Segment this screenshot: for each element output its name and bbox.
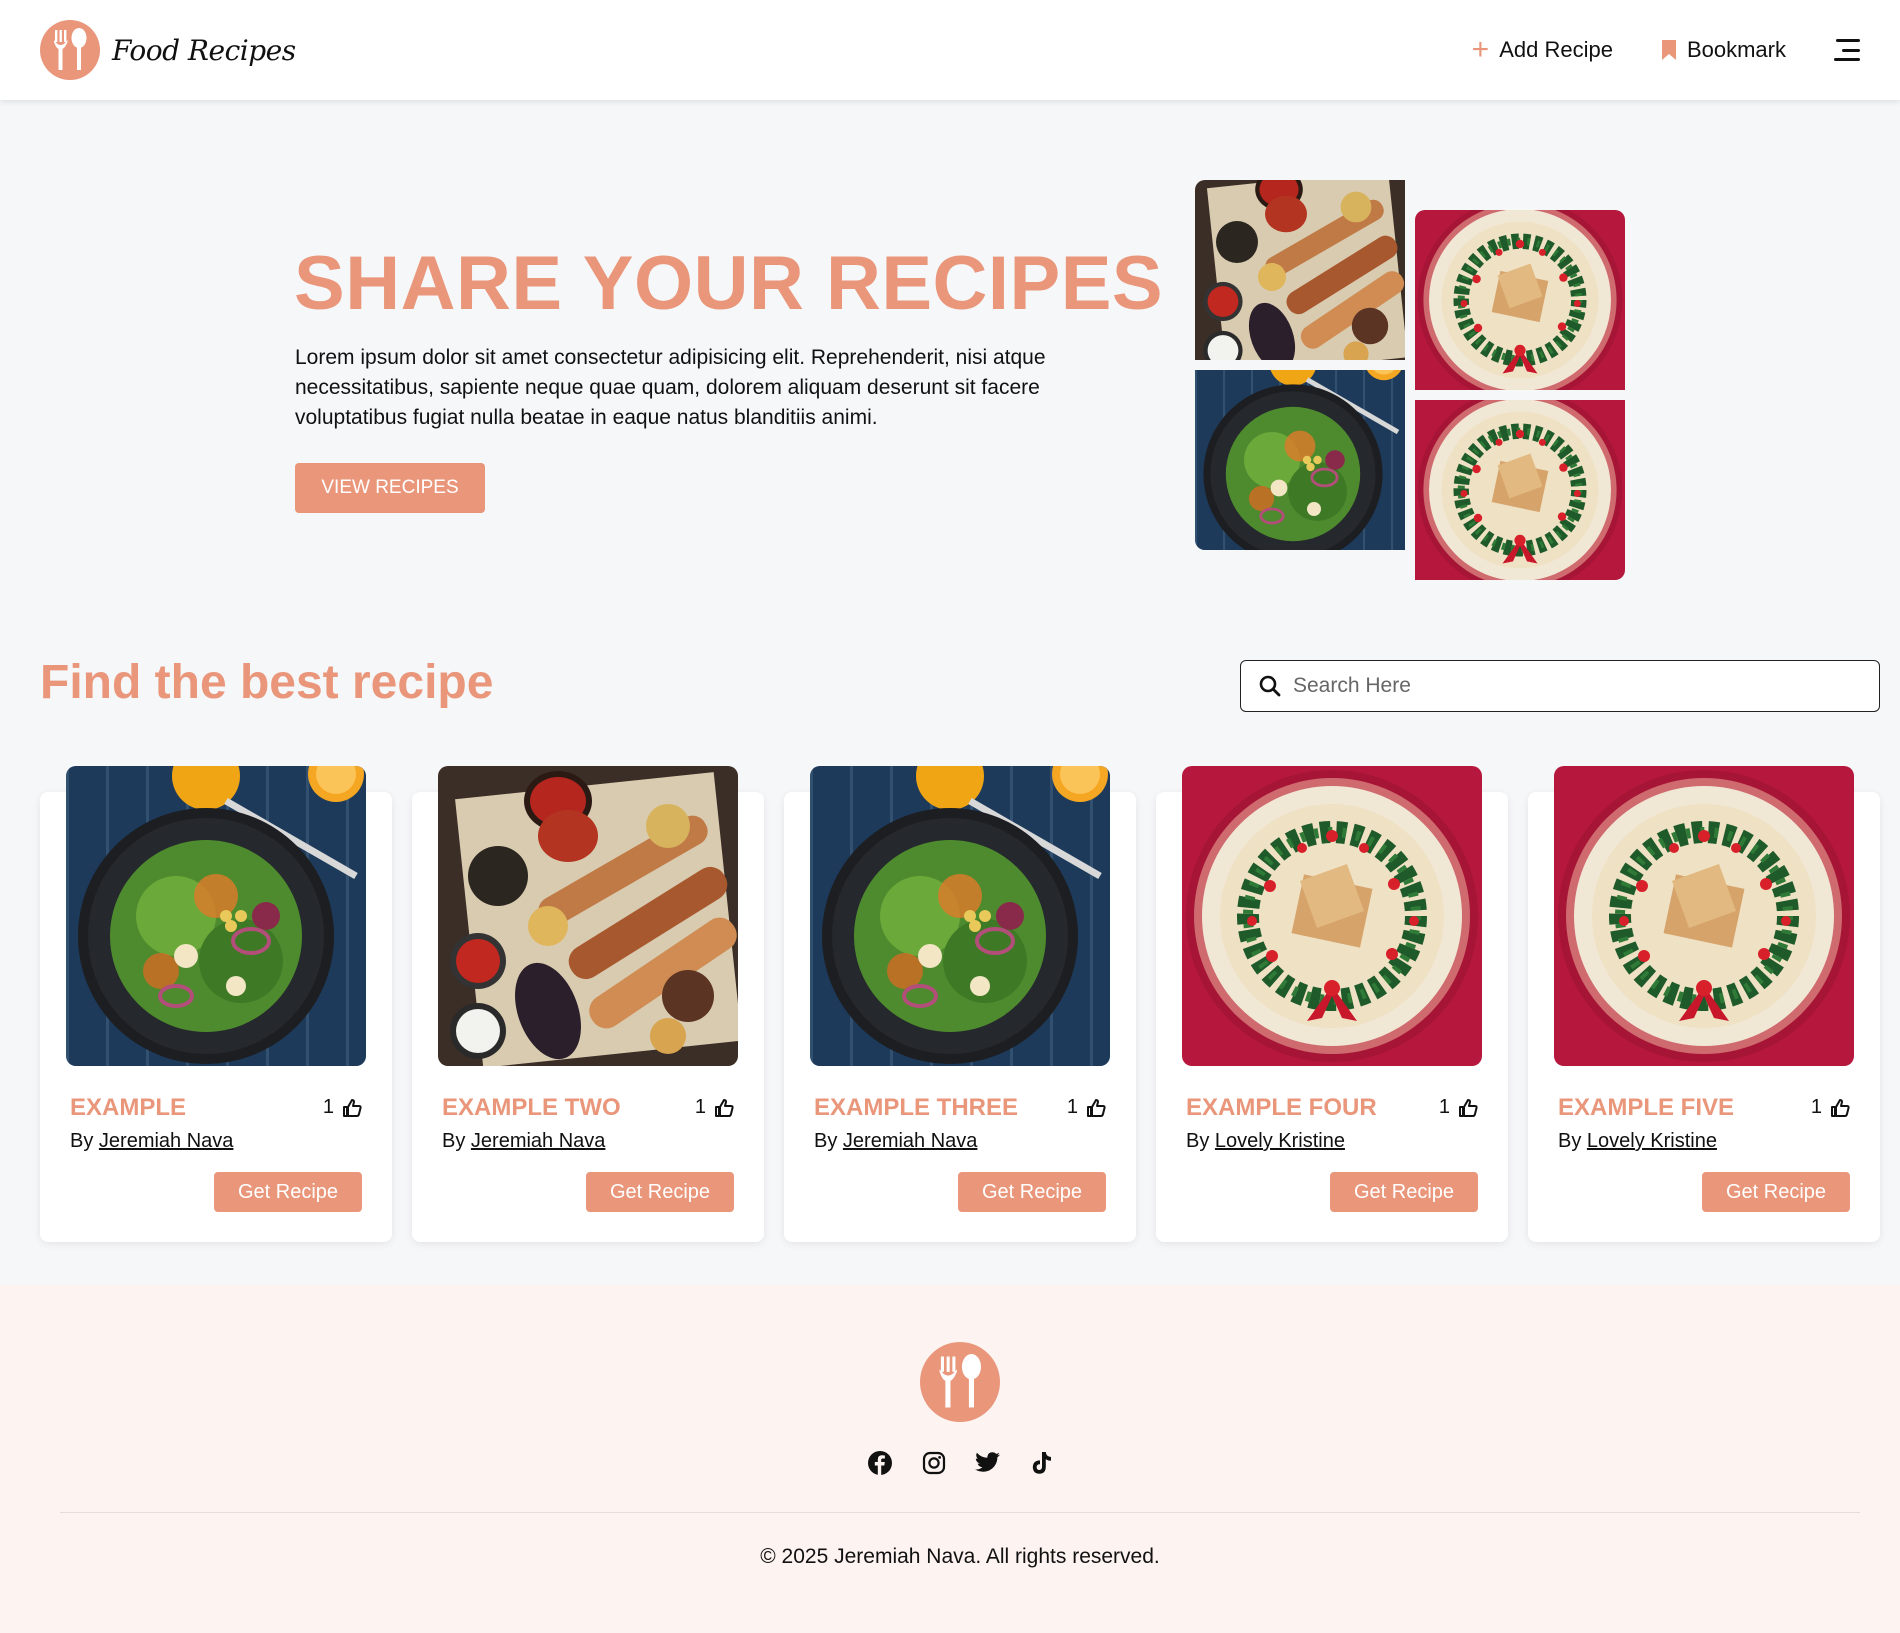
recipe-title: EXAMPLE [70, 1094, 187, 1121]
recipe-title: EXAMPLE FOUR [1186, 1094, 1377, 1121]
author-link[interactable]: Jeremiah Nava [471, 1130, 606, 1152]
like-count: 1 [694, 1096, 706, 1118]
recipe-image[interactable] [66, 766, 366, 1066]
view-recipes-button[interactable]: VIEW RECIPES [295, 463, 485, 513]
like-counter[interactable]: 1 [1439, 1096, 1478, 1119]
recipe-title: EXAMPLE FIVE [1558, 1094, 1735, 1121]
footer: © 2025 Jeremiah Nava. All rights reserve… [0, 1285, 1900, 1633]
recipe-title: EXAMPLE THREE [814, 1094, 1019, 1121]
hero-image-salad [1195, 370, 1405, 550]
author-link[interactable]: Lovely Kristine [1215, 1130, 1345, 1152]
like-count: 1 [1810, 1096, 1822, 1118]
footer-fork-spoon-icon[interactable] [920, 1342, 1000, 1422]
get-recipe-button[interactable]: Get Recipe [958, 1172, 1106, 1212]
like-counter[interactable]: 1 [1067, 1096, 1106, 1119]
bookmark-label: Bookmark [1686, 37, 1786, 62]
recipe-card: EXAMPLE FIVE 1 By Lovely Kristine Get Re… [1528, 792, 1880, 1242]
author-link[interactable]: Jeremiah Nava [99, 1130, 234, 1152]
hero-image-wreath-top [1415, 210, 1625, 390]
navbar: Food Recipes + Add Recipe Bookmark [0, 0, 1900, 100]
brand-name: Food Recipes [112, 33, 296, 67]
recipe-card: EXAMPLE 1 By Jeremiah Nava Get Recipe [40, 792, 392, 1242]
thumbs-up-icon [1459, 1098, 1478, 1117]
section-title: Find the best recipe [40, 656, 494, 709]
like-count: 1 [322, 1096, 334, 1118]
recipe-title: EXAMPLE TWO [442, 1094, 621, 1121]
recipe-image[interactable] [1182, 766, 1482, 1066]
fork-spoon-icon [40, 20, 100, 80]
footer-divider [60, 1512, 1860, 1513]
hero-text: Lorem ipsum dolor sit amet consectetur a… [295, 346, 1046, 429]
recipe-card: EXAMPLE THREE 1 By Jeremiah Nava Get Rec… [784, 792, 1136, 1242]
recipe-author: By Jeremiah Nava [442, 1130, 605, 1153]
recipe-author: By Lovely Kristine [1558, 1130, 1717, 1153]
recipe-author: By Lovely Kristine [1186, 1130, 1345, 1153]
author-prefix: By [70, 1130, 94, 1152]
recipe-image[interactable] [810, 766, 1110, 1066]
recipe-card: EXAMPLE TWO 1 By Jeremiah Nava Get Recip… [412, 792, 764, 1242]
get-recipe-button[interactable]: Get Recipe [1702, 1172, 1850, 1212]
add-recipe-label: Add Recipe [1499, 37, 1613, 62]
author-prefix: By [1558, 1130, 1582, 1152]
get-recipe-button[interactable]: Get Recipe [214, 1172, 362, 1212]
thumbs-up-icon [1831, 1098, 1850, 1117]
facebook-icon[interactable] [867, 1450, 893, 1476]
hamburger-menu-icon[interactable] [1834, 39, 1860, 61]
thumbs-up-icon [715, 1098, 734, 1117]
like-counter[interactable]: 1 [695, 1096, 734, 1119]
like-count: 1 [1438, 1096, 1450, 1118]
author-link[interactable]: Jeremiah Nava [843, 1130, 978, 1152]
hero-image-grill [1195, 180, 1405, 360]
author-link[interactable]: Lovely Kristine [1587, 1130, 1717, 1152]
get-recipe-button[interactable]: Get Recipe [1330, 1172, 1478, 1212]
copyright-text: © 2025 Jeremiah Nava. All rights reserve… [760, 1545, 1160, 1568]
brand-link[interactable]: Food Recipes [40, 20, 296, 80]
bookmark-link[interactable]: Bookmark [1661, 37, 1786, 63]
author-prefix: By [1186, 1130, 1210, 1152]
like-count: 1 [1066, 1096, 1078, 1118]
hero-image-wreath-bottom [1415, 400, 1625, 580]
social-links [867, 1450, 1055, 1476]
nav-actions: + Add Recipe Bookmark [1472, 35, 1860, 65]
search-icon [1259, 675, 1281, 697]
hero-title: SHARE YOUR RECIPES [294, 241, 1164, 326]
thumbs-up-icon [1087, 1098, 1106, 1117]
plus-icon: + [1471, 33, 1490, 66]
recipe-author: By Jeremiah Nava [814, 1130, 977, 1153]
thumbs-up-icon [343, 1098, 362, 1117]
author-prefix: By [442, 1130, 466, 1152]
get-recipe-button[interactable]: Get Recipe [586, 1172, 734, 1212]
tiktok-icon[interactable] [1029, 1450, 1055, 1476]
add-recipe-link[interactable]: + Add Recipe [1472, 35, 1613, 65]
like-counter[interactable]: 1 [1811, 1096, 1850, 1119]
recipe-image[interactable] [1554, 766, 1854, 1066]
search-box [1240, 660, 1880, 712]
author-prefix: By [814, 1130, 838, 1152]
like-counter[interactable]: 1 [323, 1096, 362, 1119]
instagram-icon[interactable] [921, 1450, 947, 1476]
search-input[interactable] [1293, 674, 1861, 698]
bookmark-icon [1661, 40, 1676, 60]
twitter-icon[interactable] [975, 1450, 1001, 1476]
recipe-author: By Jeremiah Nava [70, 1130, 233, 1153]
recipe-image[interactable] [438, 766, 738, 1066]
recipe-card: EXAMPLE FOUR 1 By Lovely Kristine Get Re… [1156, 792, 1508, 1242]
